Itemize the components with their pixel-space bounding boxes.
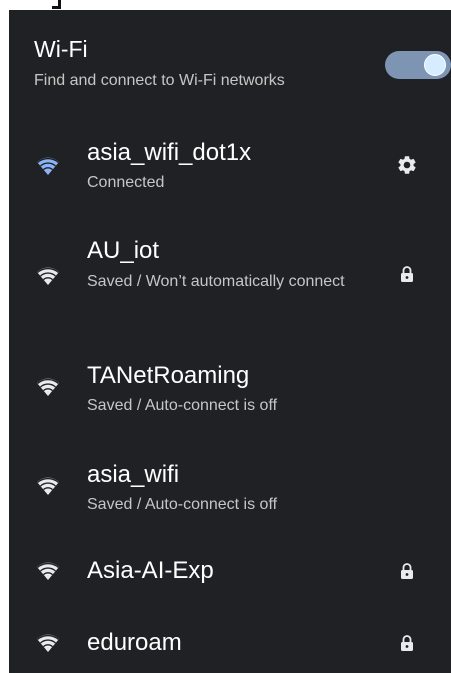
wifi-signal-icon [37,477,59,495]
wifi-toggle[interactable] [385,51,451,79]
wifi-header: Wi-Fi Find and connect to Wi-Fi networks [34,34,285,92]
network-name: AU_iot [87,237,160,264]
bracket-mark [52,0,61,9]
network-name: eduroam [87,629,182,656]
wifi-signal-icon [37,267,59,285]
wifi-signal-icon [37,562,59,580]
network-name: asia_wifi [87,461,180,488]
toggle-knob [424,54,446,76]
network-item-asia-ai-exp[interactable]: Asia-AI-Exp [9,556,451,592]
wifi-title: Wi-Fi [34,36,88,62]
network-name: Asia-AI-Exp [87,557,214,584]
network-item-au-iot[interactable]: AU_iot Saved / Won’t automatically conne… [9,236,451,322]
wifi-subtitle: Find and connect to Wi-Fi networks [34,72,285,89]
network-status: Connected [87,174,165,191]
network-item-eduroam[interactable]: eduroam [9,628,451,664]
network-item-tanetroaming[interactable]: TANetRoaming Saved / Auto-connect is off [9,361,451,421]
top-strip [0,0,451,10]
network-item-asia-wifi[interactable]: asia_wifi Saved / Auto-connect is off [9,460,451,520]
wifi-settings-panel: Wi-Fi Find and connect to Wi-Fi networks… [9,10,451,673]
network-name: TANetRoaming [87,362,250,389]
wifi-signal-icon [37,157,59,175]
gear-icon[interactable] [396,154,418,176]
network-status: Saved / Auto-connect is off [87,496,278,513]
lock-icon [401,266,413,282]
network-status: Saved / Auto-connect is off [87,397,278,414]
network-name: asia_wifi_dot1x [87,139,252,166]
wifi-signal-icon [37,634,59,652]
network-item-asia-wifi-dot1x[interactable]: asia_wifi_dot1x Connected [9,138,451,198]
lock-icon [401,635,413,651]
network-status: Saved / Won’t automatically connect [87,273,345,290]
wifi-signal-icon [37,378,59,396]
lock-icon [401,563,413,579]
